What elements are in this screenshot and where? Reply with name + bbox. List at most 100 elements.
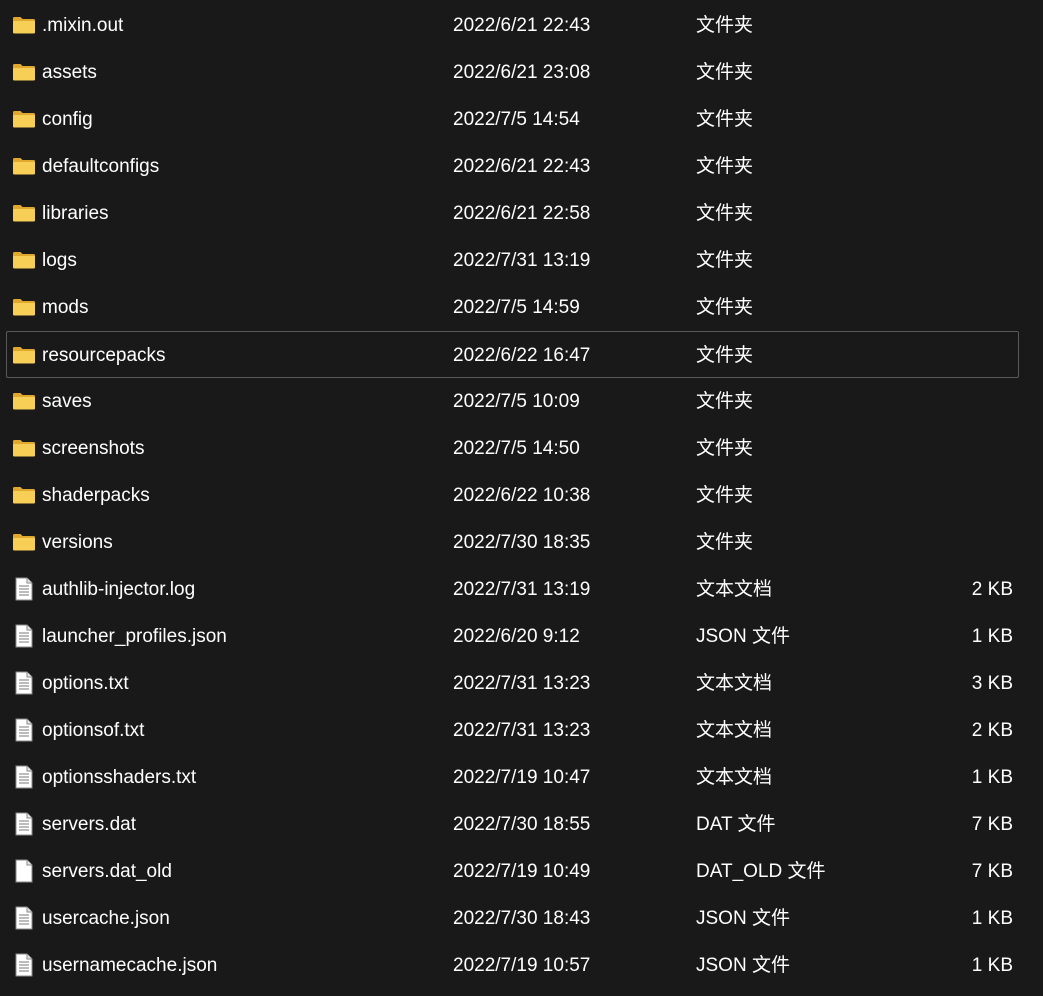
file-row[interactable]: screenshots 2022/7/5 14:50 文件夹 — [0, 425, 1043, 472]
text-file-icon — [12, 660, 36, 707]
file-name: usernamecache.json — [42, 955, 218, 976]
folder-icon — [12, 237, 36, 284]
file-name: libraries — [42, 203, 109, 224]
file-row[interactable]: optionsof.txt 2022/7/31 13:23 文本文档 2 KB — [0, 707, 1043, 754]
file-date-modified: 2022/6/20 9:12 — [453, 626, 580, 647]
file-type: 文件夹 — [696, 109, 754, 130]
file-date-modified: 2022/7/19 10:49 — [453, 861, 591, 882]
file-row[interactable]: assets 2022/6/21 23:08 文件夹 — [0, 49, 1043, 96]
file-row[interactable]: logs 2022/7/31 13:19 文件夹 — [0, 237, 1043, 284]
file-name: options.txt — [42, 673, 129, 694]
file-date-modified: 2022/6/21 23:08 — [453, 62, 591, 83]
file-type: 文件夹 — [696, 345, 754, 366]
file-row[interactable]: options.txt 2022/7/31 13:23 文本文档 3 KB — [0, 660, 1043, 707]
file-type: 文本文档 — [696, 767, 773, 788]
file-name: config — [42, 109, 93, 130]
folder-icon — [12, 284, 36, 331]
file-date-modified: 2022/6/21 22:43 — [453, 156, 591, 177]
file-name: resourcepacks — [42, 345, 166, 366]
file-type: JSON 文件 — [696, 626, 790, 647]
file-row[interactable]: servers.dat_old 2022/7/19 10:49 DAT_OLD 文件… — [0, 848, 1043, 895]
folder-icon — [12, 49, 36, 96]
file-row[interactable]: resourcepacks 2022/6/22 16:47 文件夹 — [6, 331, 1019, 378]
file-size: 7 KB — [971, 814, 1013, 835]
file-name: servers.dat_old — [42, 861, 172, 882]
file-type: JSON 文件 — [696, 908, 790, 929]
file-type: 文件夹 — [696, 62, 754, 83]
text-file-icon — [12, 895, 36, 942]
file-row[interactable]: usernamecache.json 2022/7/19 10:57 JSON 文件… — [0, 942, 1043, 989]
file-row[interactable]: saves 2022/7/5 10:09 文件夹 — [0, 378, 1043, 425]
file-date-modified: 2022/6/21 22:43 — [453, 15, 591, 36]
file-name: optionsof.txt — [42, 720, 145, 741]
file-name: shaderpacks — [42, 485, 150, 506]
file-date-modified: 2022/6/22 10:38 — [453, 485, 591, 506]
text-file-icon — [12, 566, 36, 613]
file-row[interactable]: servers.dat 2022/7/30 18:55 DAT 文件 7 KB — [0, 801, 1043, 848]
file-row[interactable]: mods 2022/7/5 14:59 文件夹 — [0, 284, 1043, 331]
file-name: versions — [42, 532, 113, 553]
text-file-icon — [12, 613, 36, 660]
file-row[interactable]: .mixin.out 2022/6/21 22:43 文件夹 — [0, 2, 1043, 49]
file-row[interactable]: launcher_profiles.json 2022/6/20 9:12 JSON… — [0, 613, 1043, 660]
file-date-modified: 2022/7/31 13:19 — [453, 250, 591, 271]
folder-icon — [12, 143, 36, 190]
folder-icon — [12, 519, 36, 566]
file-size: 1 KB — [971, 908, 1013, 929]
file-row[interactable]: optionsshaders.txt 2022/7/19 10:47 文本文档 1 K… — [0, 754, 1043, 801]
file-type: 文件夹 — [696, 391, 754, 412]
file-type: DAT_OLD 文件 — [696, 861, 826, 882]
file-date-modified: 2022/7/5 10:09 — [453, 391, 580, 412]
file-type: JSON 文件 — [696, 955, 790, 976]
file-date-modified: 2022/7/31 13:19 — [453, 579, 591, 600]
file-type: 文件夹 — [696, 438, 754, 459]
file-type: 文件夹 — [696, 15, 754, 36]
file-date-modified: 2022/7/30 18:35 — [453, 532, 591, 553]
folder-icon — [12, 472, 36, 519]
file-row[interactable]: config 2022/7/5 14:54 文件夹 — [0, 96, 1043, 143]
file-name: defaultconfigs — [42, 156, 160, 177]
file-name: authlib-injector.log — [42, 579, 196, 600]
file-size: 2 KB — [971, 579, 1013, 600]
file-type: 文件夹 — [696, 485, 754, 506]
file-row[interactable]: libraries 2022/6/21 22:58 文件夹 — [0, 190, 1043, 237]
file-name: usercache.json — [42, 908, 170, 929]
folder-icon — [12, 332, 36, 379]
text-file-icon — [12, 707, 36, 754]
file-type: 文件夹 — [696, 297, 754, 318]
file-row[interactable]: usercache.json 2022/7/30 18:43 JSON 文件 1 KB — [0, 895, 1043, 942]
text-file-icon — [12, 801, 36, 848]
file-type: 文件夹 — [696, 250, 754, 271]
file-size: 3 KB — [971, 673, 1013, 694]
file-name: servers.dat — [42, 814, 136, 835]
folder-icon — [12, 425, 36, 472]
file-size: 7 KB — [971, 861, 1013, 882]
file-date-modified: 2022/7/5 14:59 — [453, 297, 580, 318]
file-row[interactable]: authlib-injector.log 2022/7/31 13:19 文本文档 2… — [0, 566, 1043, 613]
file-size: 2 KB — [971, 720, 1013, 741]
file-date-modified: 2022/7/5 14:54 — [453, 109, 580, 130]
file-date-modified: 2022/6/22 16:47 — [453, 345, 591, 366]
file-size: 1 KB — [971, 955, 1013, 976]
file-name: assets — [42, 62, 97, 83]
file-name: mods — [42, 297, 89, 318]
file-row[interactable]: defaultconfigs 2022/6/21 22:43 文件夹 — [0, 143, 1043, 190]
file-row[interactable]: shaderpacks 2022/6/22 10:38 文件夹 — [0, 472, 1043, 519]
file-name: optionsshaders.txt — [42, 767, 197, 788]
blank-file-icon — [12, 848, 36, 895]
file-type: 文本文档 — [696, 720, 773, 741]
file-size: 1 KB — [971, 767, 1013, 788]
file-date-modified: 2022/6/21 22:58 — [453, 203, 591, 224]
file-row[interactable]: versions 2022/7/30 18:35 文件夹 — [0, 519, 1043, 566]
text-file-icon — [12, 942, 36, 989]
file-name: .mixin.out — [42, 15, 124, 36]
file-size: 1 KB — [971, 626, 1013, 647]
folder-icon — [12, 190, 36, 237]
file-list: .mixin.out 2022/6/21 22:43 文件夹 assets 2022/6… — [0, 2, 1043, 989]
file-type: 文件夹 — [696, 532, 754, 553]
file-type: 文件夹 — [696, 156, 754, 177]
file-type: 文本文档 — [696, 579, 773, 600]
file-date-modified: 2022/7/19 10:57 — [453, 955, 591, 976]
file-type: 文件夹 — [696, 203, 754, 224]
file-date-modified: 2022/7/30 18:55 — [453, 814, 591, 835]
